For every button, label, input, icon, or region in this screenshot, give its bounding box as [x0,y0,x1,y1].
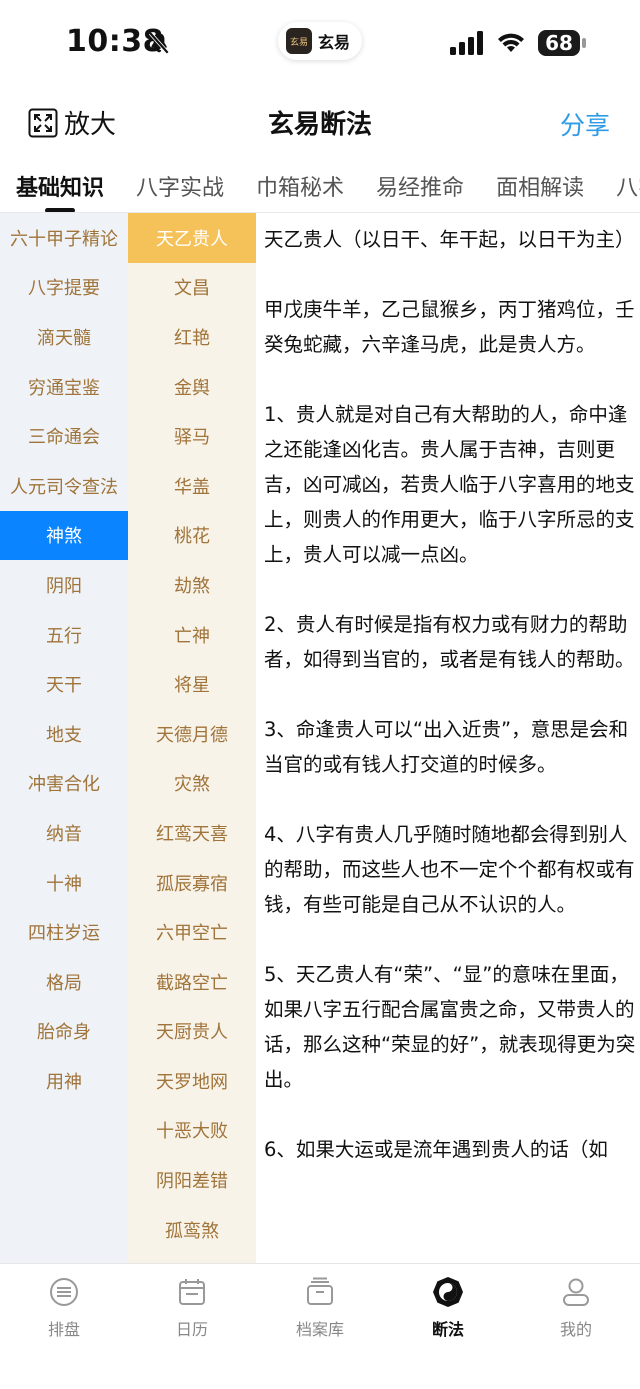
category-item[interactable]: 用神 [0,1056,128,1106]
category-item[interactable]: 三命通会 [0,411,128,461]
subcategory-item[interactable]: 阴阳差错 [128,1155,256,1205]
tab-yijing[interactable]: 易经推命 [376,160,464,212]
bell-muted-icon [148,31,170,55]
tab-face-reading[interactable]: 面相解读 [496,160,584,212]
app-name: 玄易 [318,33,351,52]
subcategory-item[interactable]: 金舆 [128,362,256,412]
category-tabs: 基础知识 八字实战 巾箱秘术 易经推命 面相解读 八字 [0,160,640,213]
category-item[interactable]: 滴天髓 [0,312,128,362]
nav-label: 断法 [431,1320,464,1339]
bottom-nav: 排盘 日历 档案库 断法 我的 [0,1263,640,1389]
nav-label: 档案库 [295,1320,344,1339]
battery-tip [582,38,586,48]
subcategory-item[interactable]: 红艳 [128,312,256,362]
category-item[interactable]: 五行 [0,610,128,660]
nav-archive[interactable]: 档案库 [256,1264,384,1389]
profile-icon [563,1278,589,1306]
status-bar: 10:38 玄易 玄易 68 [0,0,640,88]
category-item[interactable]: 冲害合化 [0,759,128,809]
category-item[interactable]: 八字提要 [0,263,128,313]
paipan-icon [50,1278,78,1306]
nav-label: 排盘 [47,1320,80,1339]
wifi-icon [498,33,524,52]
article-content[interactable]: 天乙贵人（以日干、年干起，以日干为主） 甲戊庚牛羊，乙己鼠猴乡，丙丁猪鸡位，壬癸… [264,222,636,1262]
duanfa-icon [433,1277,463,1307]
nav-calendar[interactable]: 日历 [128,1264,256,1389]
nav-paipan[interactable]: 排盘 [0,1264,128,1389]
article-paragraph: 6、如果大运或是流年遇到贵人的话（如 [264,1138,608,1161]
article-heading: 天乙贵人（以日干、年干起，以日干为主） [264,228,635,251]
tab-bazi-practice[interactable]: 八字实战 [136,160,224,212]
category-list: 六十甲子精论 八字提要 滴天髓 穷通宝鉴 三命通会 人元司令查法 神煞 阴阳 五… [0,213,128,1263]
subcategory-item[interactable]: 孤鸾煞 [128,1205,256,1255]
subcategory-list: 天乙贵人 文昌 红艳 金舆 驿马 华盖 桃花 劫煞 亡神 将星 天德月德 灾煞 … [128,213,256,1263]
category-item[interactable]: 天干 [0,659,128,709]
category-item[interactable]: 纳音 [0,808,128,858]
category-item[interactable]: 六十甲子精论 [0,213,128,263]
app-logo: 玄易 [286,28,312,54]
category-item[interactable]: 阴阳 [0,560,128,610]
subcategory-item[interactable]: 孤辰寡宿 [128,858,256,908]
article-paragraph: 1、贵人就是对自己有大帮助的人，命中逢之还能逢凶化吉。贵人属于吉神，吉则更吉，凶… [264,403,635,566]
subcategory-item[interactable]: 截路空亡 [128,957,256,1007]
share-button[interactable]: 分享 [560,106,610,142]
category-item[interactable]: 胎命身 [0,1007,128,1057]
nav-label: 我的 [559,1320,592,1339]
nav-duanfa[interactable]: 断法 [384,1264,512,1389]
subcategory-item[interactable]: 灾煞 [128,759,256,809]
article-paragraph: 5、天乙贵人有“荣”、“显”的意味在里面，如果八字五行配合属富贵之命，又带贵人的… [264,963,636,1091]
subcategory-item[interactable]: 文昌 [128,263,256,313]
subcategory-item[interactable]: 亡神 [128,610,256,660]
subcategory-item[interactable]: 红鸾天喜 [128,808,256,858]
article-paragraph: 2、贵人有时候是指有权力或有财力的帮助者，如得到当官的，或者是有钱人的帮助。 [264,613,635,671]
tab-bazi-more[interactable]: 八字 [616,160,640,212]
category-item[interactable]: 地支 [0,709,128,759]
category-item[interactable]: 格局 [0,957,128,1007]
zoom-label: 放大 [64,110,117,140]
tab-secret-arts[interactable]: 巾箱秘术 [256,160,344,212]
nav-profile[interactable]: 我的 [512,1264,640,1389]
category-item[interactable]: 人元司令查法 [0,461,128,511]
subcategory-item[interactable]: 劫煞 [128,560,256,610]
category-item[interactable]: 四柱岁运 [0,907,128,957]
header: 放大 玄易断法 分享 [0,88,640,158]
article-paragraph: 4、八字有贵人几乎随时随地都会得到别人的帮助，而这些人也不一定个个都有权或有钱，… [264,823,635,916]
calendar-icon [179,1279,205,1305]
subcategory-item[interactable]: 六甲空亡 [128,907,256,957]
expand-icon [28,108,58,137]
zoom-button[interactable]: 放大 [28,104,116,141]
category-item[interactable]: 十神 [0,858,128,908]
subcategory-item-active[interactable]: 天乙贵人 [128,213,256,263]
subcategory-item[interactable]: 天罗地网 [128,1056,256,1106]
app-indicator-pill[interactable]: 玄易 玄易 [278,22,362,60]
category-item-active[interactable]: 神煞 [0,510,128,561]
article-paragraph: 甲戊庚牛羊，乙己鼠猴乡，丙丁猪鸡位，壬癸兔蛇藏，六辛逢马虎，此是贵人方。 [264,298,635,356]
battery-indicator: 68 [538,30,580,56]
article-paragraph: 3、命逢贵人可以“出入近贵”，意思是会和当官的或有钱人打交道的时候多。 [264,718,629,776]
subcategory-item[interactable]: 十恶大败 [128,1106,256,1156]
subcategory-item[interactable]: 天厨贵人 [128,1007,256,1057]
category-item[interactable]: 穷通宝鉴 [0,362,128,412]
archive-icon [307,1277,333,1305]
subcategory-item[interactable]: 天德月德 [128,709,256,759]
subcategory-item[interactable]: 桃花 [128,511,256,561]
subcategory-item[interactable]: 将星 [128,659,256,709]
nav-label: 日历 [175,1320,208,1339]
tab-basic-knowledge[interactable]: 基础知识 [16,160,104,212]
signal-icon [450,31,483,55]
subcategory-item[interactable]: 驿马 [128,411,256,461]
subcategory-item[interactable]: 华盖 [128,461,256,511]
